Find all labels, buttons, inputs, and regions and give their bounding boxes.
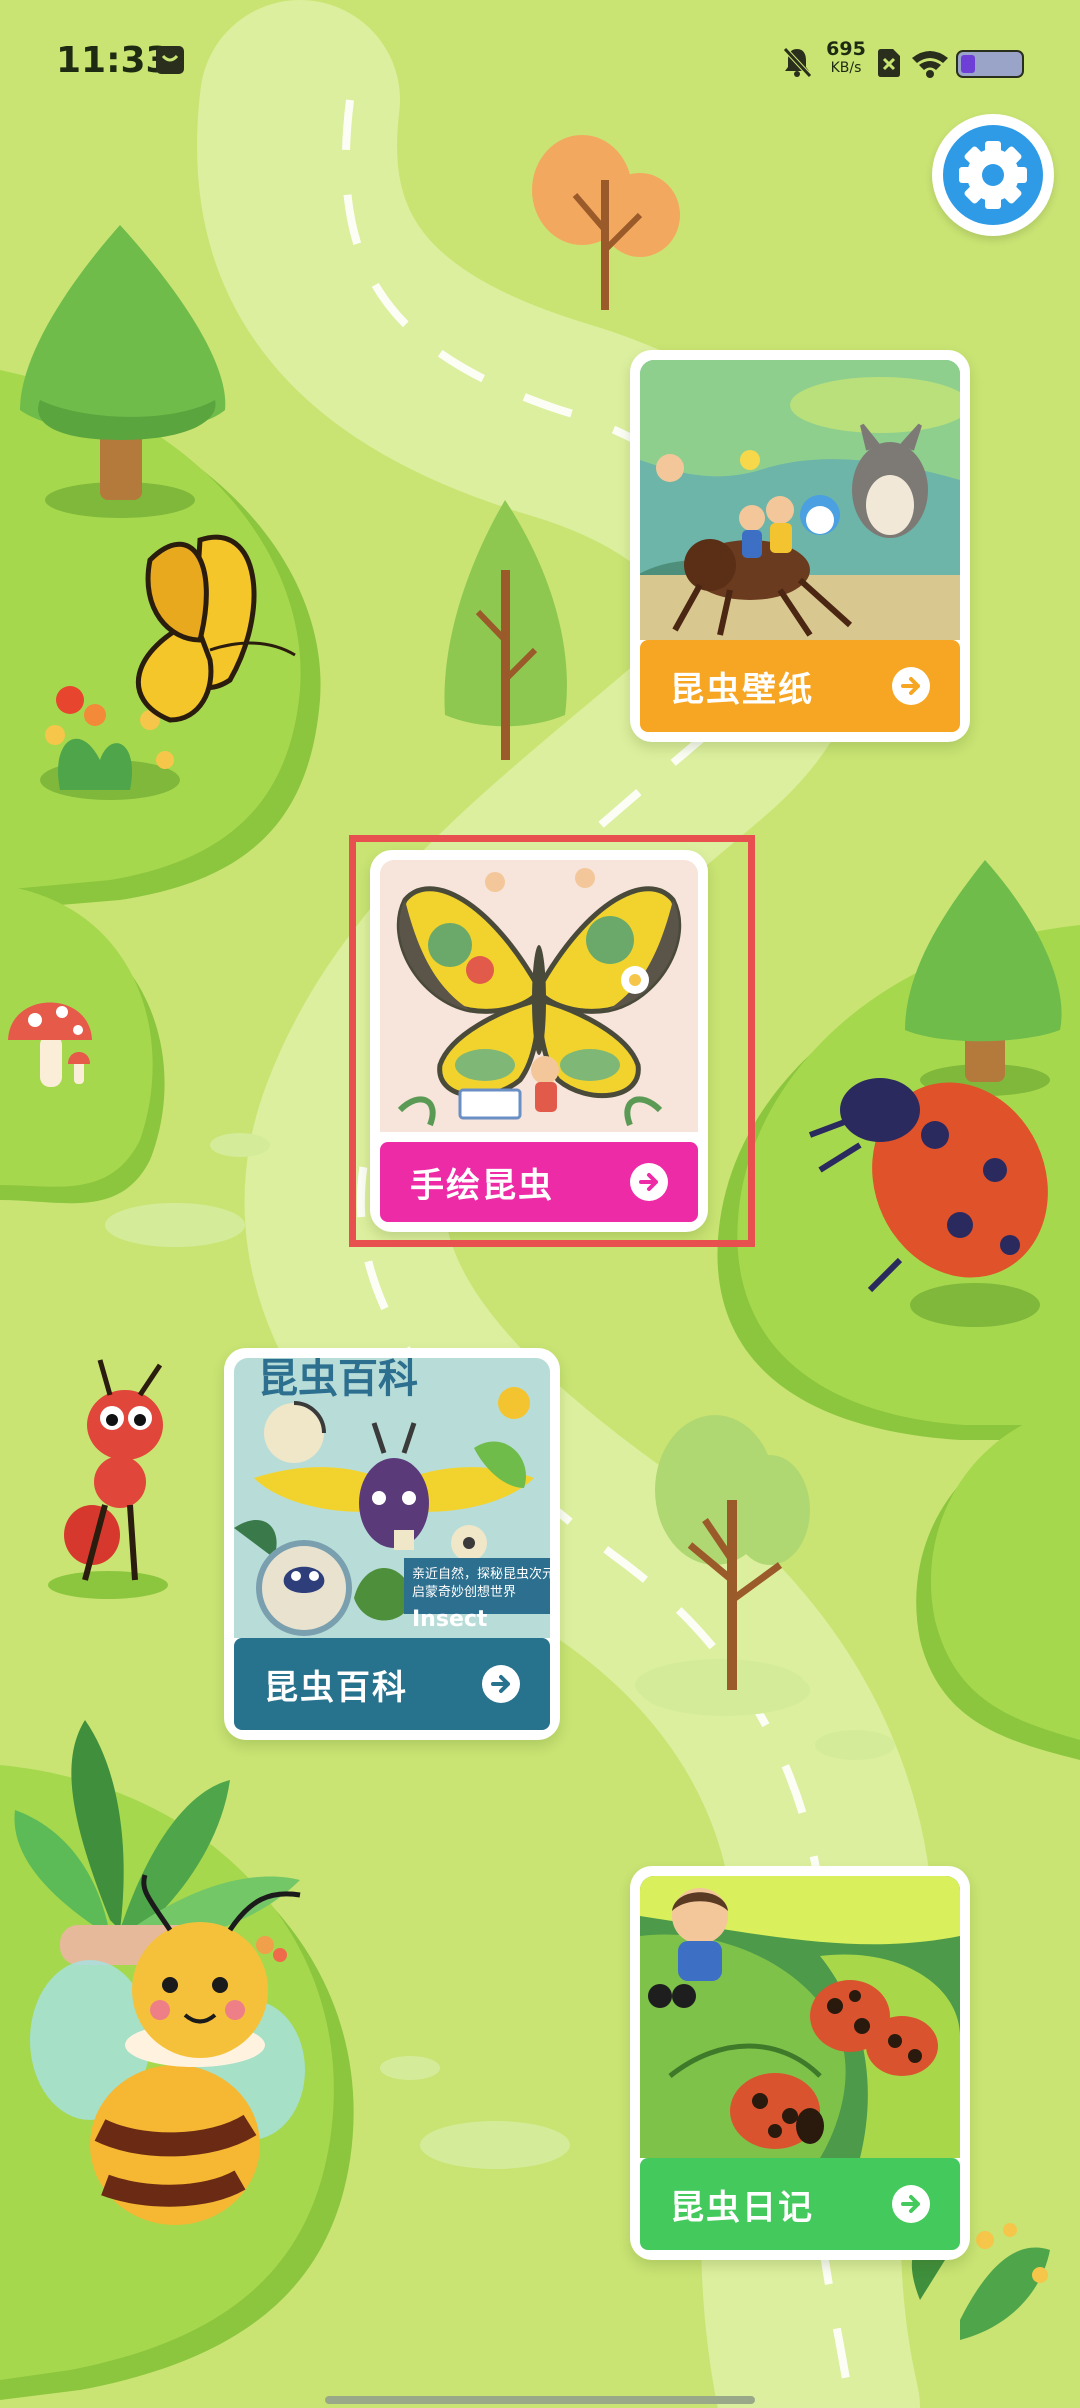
message-icon [156, 46, 184, 74]
insect-encyclopedia-artwork: 昆虫百科 亲近自然，探秘昆虫次元 启蒙奇妙创想世界 Insect [234, 1358, 550, 1638]
insect-diary-label-bar: 昆虫日记 [640, 2158, 960, 2250]
encyclopedia-cover-title: 昆虫百科 [258, 1358, 418, 1402]
insect-wallpaper-label-bar: 昆虫壁纸 [640, 640, 960, 732]
selection-highlight [349, 835, 755, 1247]
card-insect-diary[interactable]: 昆虫日记 [630, 1866, 970, 2260]
arrow-right-icon [892, 667, 930, 705]
encyclopedia-cover-brand: Insect [412, 1607, 488, 1632]
status-bar: 11:33 695 KB/s [0, 0, 1080, 120]
settings-button[interactable] [932, 114, 1054, 236]
card-insect-encyclopedia[interactable]: 昆虫百科 亲近自然，探秘昆虫次元 启蒙奇妙创想世界 Insect 昆虫百科 [224, 1348, 560, 1740]
mute-bell-icon [783, 47, 812, 78]
network-speed-unit: KB/s [830, 60, 862, 76]
no-sim-icon [878, 49, 900, 77]
insect-encyclopedia-label-bar: 昆虫百科 [234, 1638, 550, 1730]
network-speed: 695 KB/s [822, 40, 870, 78]
insect-wallpaper-label: 昆虫壁纸 [670, 669, 814, 710]
network-speed-value: 695 [826, 38, 866, 60]
insect-wallpaper-artwork [640, 360, 960, 640]
insect-encyclopedia-label: 昆虫百科 [264, 1667, 408, 1708]
encyclopedia-cover-text-1: 亲近自然，探秘昆虫次元 [412, 1566, 550, 1582]
arrow-right-icon [892, 2185, 930, 2223]
card-insect-wallpaper[interactable]: 昆虫壁纸 [630, 350, 970, 742]
battery-icon [956, 50, 1024, 78]
insect-diary-label: 昆虫日记 [670, 2187, 814, 2228]
gear-icon [959, 141, 1027, 209]
home-indicator[interactable] [325, 2396, 755, 2404]
insect-diary-artwork [640, 1876, 960, 2158]
home-screen: 11:33 695 KB/s 昆虫壁纸 手绘昆虫 昆虫百科 亲近自然，探秘昆虫次… [0, 0, 1080, 2408]
encyclopedia-cover-text-2: 启蒙奇妙创想世界 [412, 1584, 516, 1600]
arrow-right-icon [482, 1665, 520, 1703]
wifi-icon [912, 51, 948, 78]
status-time: 11:33 [56, 40, 171, 81]
settings-button-inner [943, 125, 1043, 225]
